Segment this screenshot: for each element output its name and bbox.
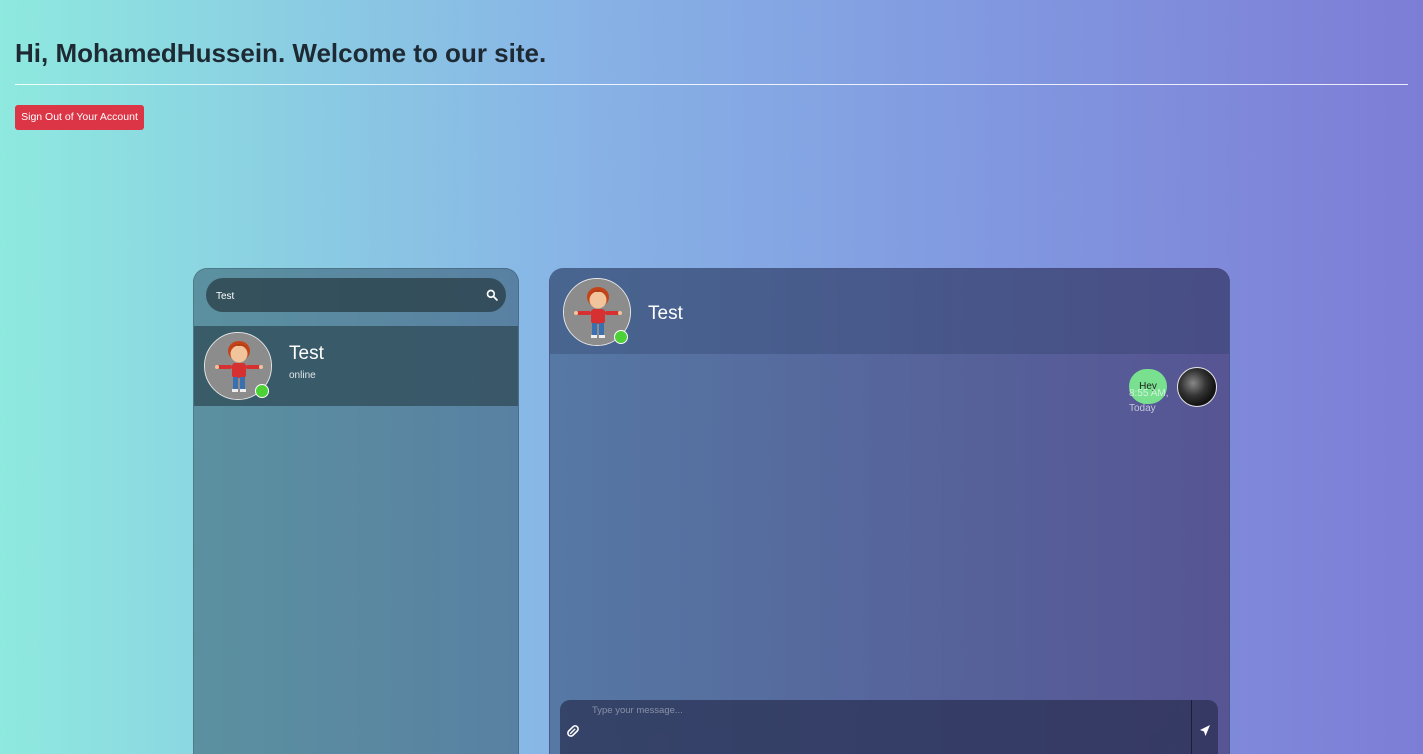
greeting-prefix: Hi, xyxy=(15,38,56,68)
online-status-dot xyxy=(614,330,628,344)
attach-button[interactable] xyxy=(560,700,586,754)
search-icon[interactable] xyxy=(486,289,498,301)
contact-name: Test xyxy=(289,343,324,364)
search-input[interactable] xyxy=(214,278,478,314)
send-icon xyxy=(1200,725,1210,736)
chat-panel: Test Hey 8:55 AM, Today xyxy=(549,268,1230,754)
welcome-heading: Hi, MohamedHussein. Welcome to our site. xyxy=(15,38,546,69)
header-divider xyxy=(15,84,1408,85)
chat-contact-name: Test xyxy=(648,303,683,324)
online-status-dot xyxy=(255,384,269,398)
greeting-suffix: . Welcome to our site. xyxy=(277,38,547,68)
message-composer xyxy=(560,700,1218,754)
contacts-panel: Test online xyxy=(193,268,519,754)
sender-avatar xyxy=(1177,367,1217,407)
contact-status: online xyxy=(289,370,316,381)
message-input[interactable] xyxy=(586,700,1192,754)
send-button[interactable] xyxy=(1192,700,1218,754)
username: MohamedHussein xyxy=(55,38,278,68)
message-time: 8:55 AM, Today xyxy=(1129,388,1169,414)
contact-item-test[interactable]: Test online xyxy=(194,326,518,406)
sign-out-button[interactable]: Sign Out of Your Account xyxy=(15,105,144,130)
paperclip-icon xyxy=(567,725,579,737)
chat-header: Test xyxy=(550,269,1229,354)
search-bar xyxy=(206,278,506,314)
